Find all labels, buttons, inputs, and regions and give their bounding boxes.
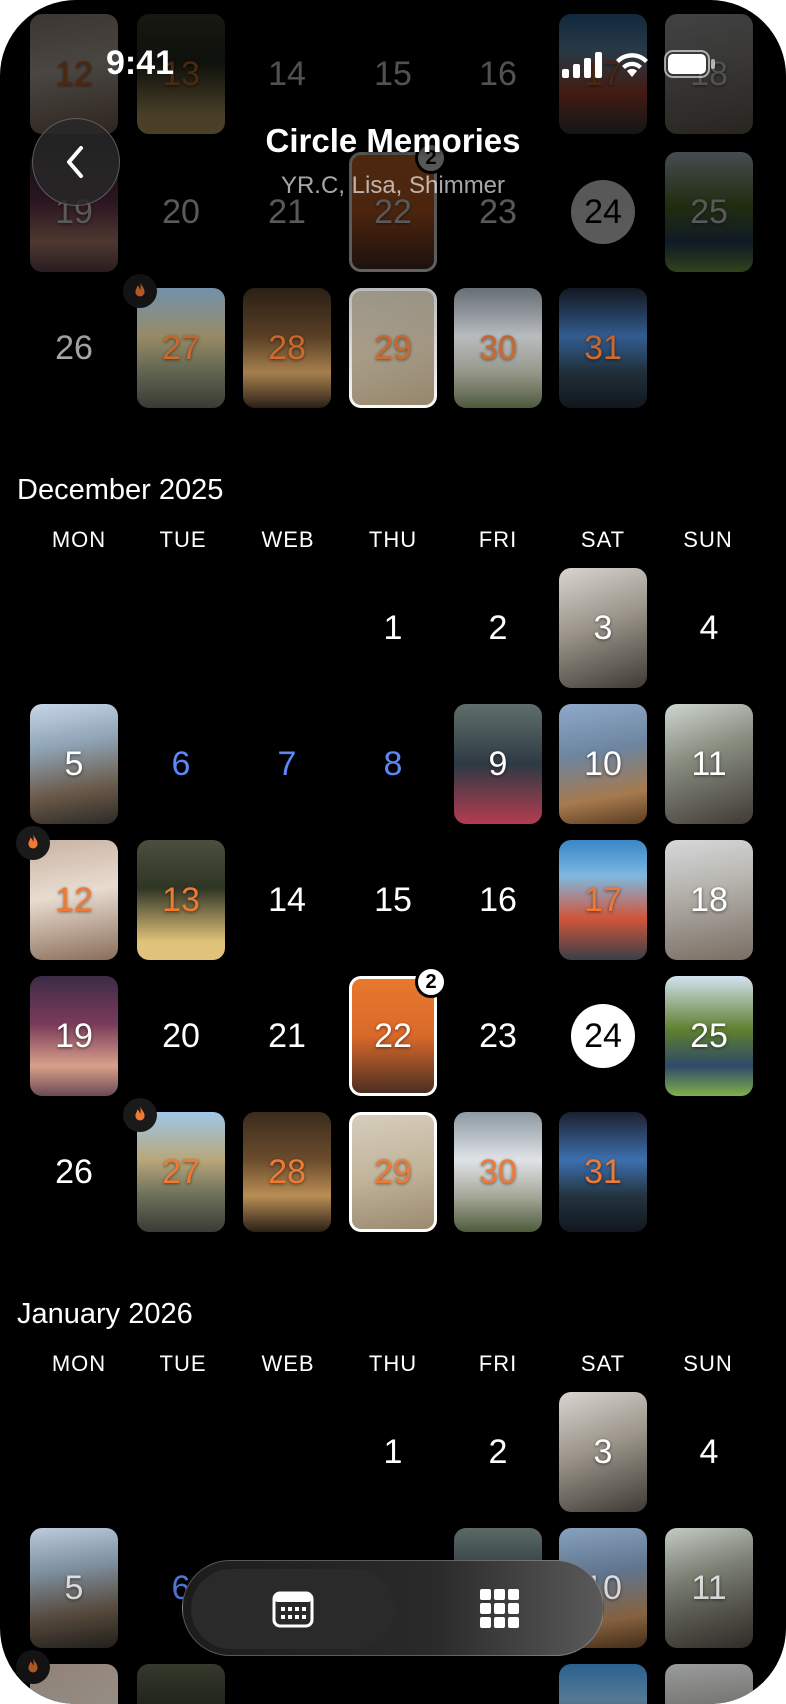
status-time: 9:41 xyxy=(106,44,175,82)
memory-count-badge: 2 xyxy=(415,966,447,998)
day-cell[interactable] xyxy=(137,1664,225,1704)
day-cell[interactable]: 14 xyxy=(243,840,331,960)
weekday-label: TUE xyxy=(159,527,207,552)
day-cell[interactable]: 21 xyxy=(243,976,331,1096)
weekday-label: TUE xyxy=(159,1351,207,1376)
day-cell[interactable] xyxy=(16,1650,118,1704)
day-cell[interactable]: 25 xyxy=(665,976,753,1096)
wifi-icon xyxy=(614,50,650,83)
day-cell[interactable]: 7 xyxy=(243,704,331,824)
day-cell[interactable]: 18 xyxy=(665,840,753,960)
month-title: December 2025 xyxy=(17,474,224,506)
weekday-label: FRI xyxy=(478,1351,518,1376)
day-cell[interactable]: 30 xyxy=(454,1112,542,1232)
calendar-view-tab[interactable] xyxy=(191,1569,395,1649)
weekday-label: SUN xyxy=(683,527,733,552)
day-cell[interactable]: 3 xyxy=(559,568,647,688)
day-cell[interactable]: 21 xyxy=(243,152,331,272)
day-cell[interactable]: 16 xyxy=(454,840,542,960)
day-cell[interactable]: 1 xyxy=(349,1392,437,1512)
day-cell-today[interactable]: 24 xyxy=(559,152,647,272)
day-cell[interactable]: 2 xyxy=(454,568,542,688)
page-title: Circle Memories xyxy=(265,122,521,159)
day-cell[interactable]: 27 xyxy=(123,1098,225,1232)
fire-icon xyxy=(16,1650,50,1684)
day-cell[interactable]: 31 xyxy=(559,1112,647,1232)
weekday-label: WEB xyxy=(261,1351,315,1376)
day-cell[interactable]: 4 xyxy=(665,1392,753,1512)
page-subtitle: YR.C, Lisa, Shimmer xyxy=(280,172,506,199)
day-cell-selected[interactable]: 29 xyxy=(349,1112,437,1232)
day-cell[interactable]: 16 xyxy=(454,14,542,134)
day-cell[interactable]: 28 xyxy=(243,288,331,408)
day-cell[interactable]: 10 xyxy=(559,704,647,824)
day-cell[interactable] xyxy=(665,1664,753,1704)
day-cell[interactable]: 31 xyxy=(559,288,647,408)
fire-icon xyxy=(123,274,157,308)
day-cell[interactable]: 5 xyxy=(30,704,118,824)
view-switcher xyxy=(182,1560,604,1656)
day-cell[interactable]: 8 xyxy=(349,704,437,824)
weekday-label: MON xyxy=(51,1351,107,1376)
day-cell[interactable]: 17 xyxy=(559,840,647,960)
day-cell[interactable]: 11 xyxy=(665,704,753,824)
weekday-label: FRI xyxy=(478,527,518,552)
day-cell[interactable]: 28 xyxy=(243,1112,331,1232)
day-cell[interactable]: 15 xyxy=(349,14,437,134)
day-cell[interactable]: 20 xyxy=(137,976,225,1096)
weekday-label: THU xyxy=(368,527,418,552)
weekday-label: MON xyxy=(51,527,107,552)
grid-view-tab[interactable] xyxy=(403,1569,597,1649)
day-cell[interactable]: 15 xyxy=(349,840,437,960)
day-cell[interactable]: 25 xyxy=(665,152,753,272)
day-cell-selected[interactable]: 22 2 xyxy=(349,142,447,272)
day-cell[interactable]: 30 xyxy=(454,288,542,408)
day-cell[interactable] xyxy=(559,1664,647,1704)
month-title: January 2026 xyxy=(17,1298,193,1330)
calendar-icon xyxy=(272,1591,314,1628)
weekday-label: WEB xyxy=(261,527,315,552)
day-cell-selected[interactable]: 22 2 xyxy=(349,966,447,1096)
phone-screen: 12 13 14 15 16 17 18 19 20 21 22 2 23 24 … xyxy=(0,0,786,1704)
signal-icon xyxy=(562,52,602,83)
weekday-label: THU xyxy=(368,1351,418,1376)
day-cell[interactable]: 6 xyxy=(137,704,225,824)
weekday-label: SUN xyxy=(683,1351,733,1376)
day-cell[interactable]: 11 xyxy=(665,1528,753,1648)
weekday-label: SAT xyxy=(580,1351,626,1376)
weekday-label: SAT xyxy=(580,527,626,552)
day-cell[interactable]: 23 xyxy=(454,152,542,272)
day-cell[interactable]: 9 xyxy=(454,704,542,824)
day-cell[interactable]: 5 xyxy=(30,1528,118,1648)
day-cell[interactable]: 23 xyxy=(454,976,542,1096)
day-cell[interactable]: 4 xyxy=(665,568,753,688)
day-cell[interactable]: 3 xyxy=(559,1392,647,1512)
day-cell[interactable]: 26 xyxy=(30,1112,118,1232)
day-cell[interactable]: 2 xyxy=(454,1392,542,1512)
day-cell[interactable]: 12 xyxy=(16,826,118,960)
day-cell[interactable]: 20 xyxy=(137,152,225,272)
day-cell[interactable]: 26 xyxy=(30,288,118,408)
battery-icon xyxy=(664,50,716,83)
fire-icon xyxy=(16,826,50,860)
day-cell[interactable]: 14 xyxy=(243,14,331,134)
grid-icon xyxy=(480,1589,519,1628)
fire-icon xyxy=(123,1098,157,1132)
day-cell-selected[interactable]: 29 xyxy=(349,288,437,408)
day-cell[interactable]: 19 xyxy=(30,976,118,1096)
day-cell[interactable]: 12 xyxy=(30,14,118,134)
day-cell[interactable]: 27 xyxy=(123,274,225,408)
day-cell-today[interactable]: 24 xyxy=(559,976,647,1096)
day-cell[interactable]: 13 xyxy=(137,840,225,960)
day-cell[interactable]: 1 xyxy=(349,568,437,688)
